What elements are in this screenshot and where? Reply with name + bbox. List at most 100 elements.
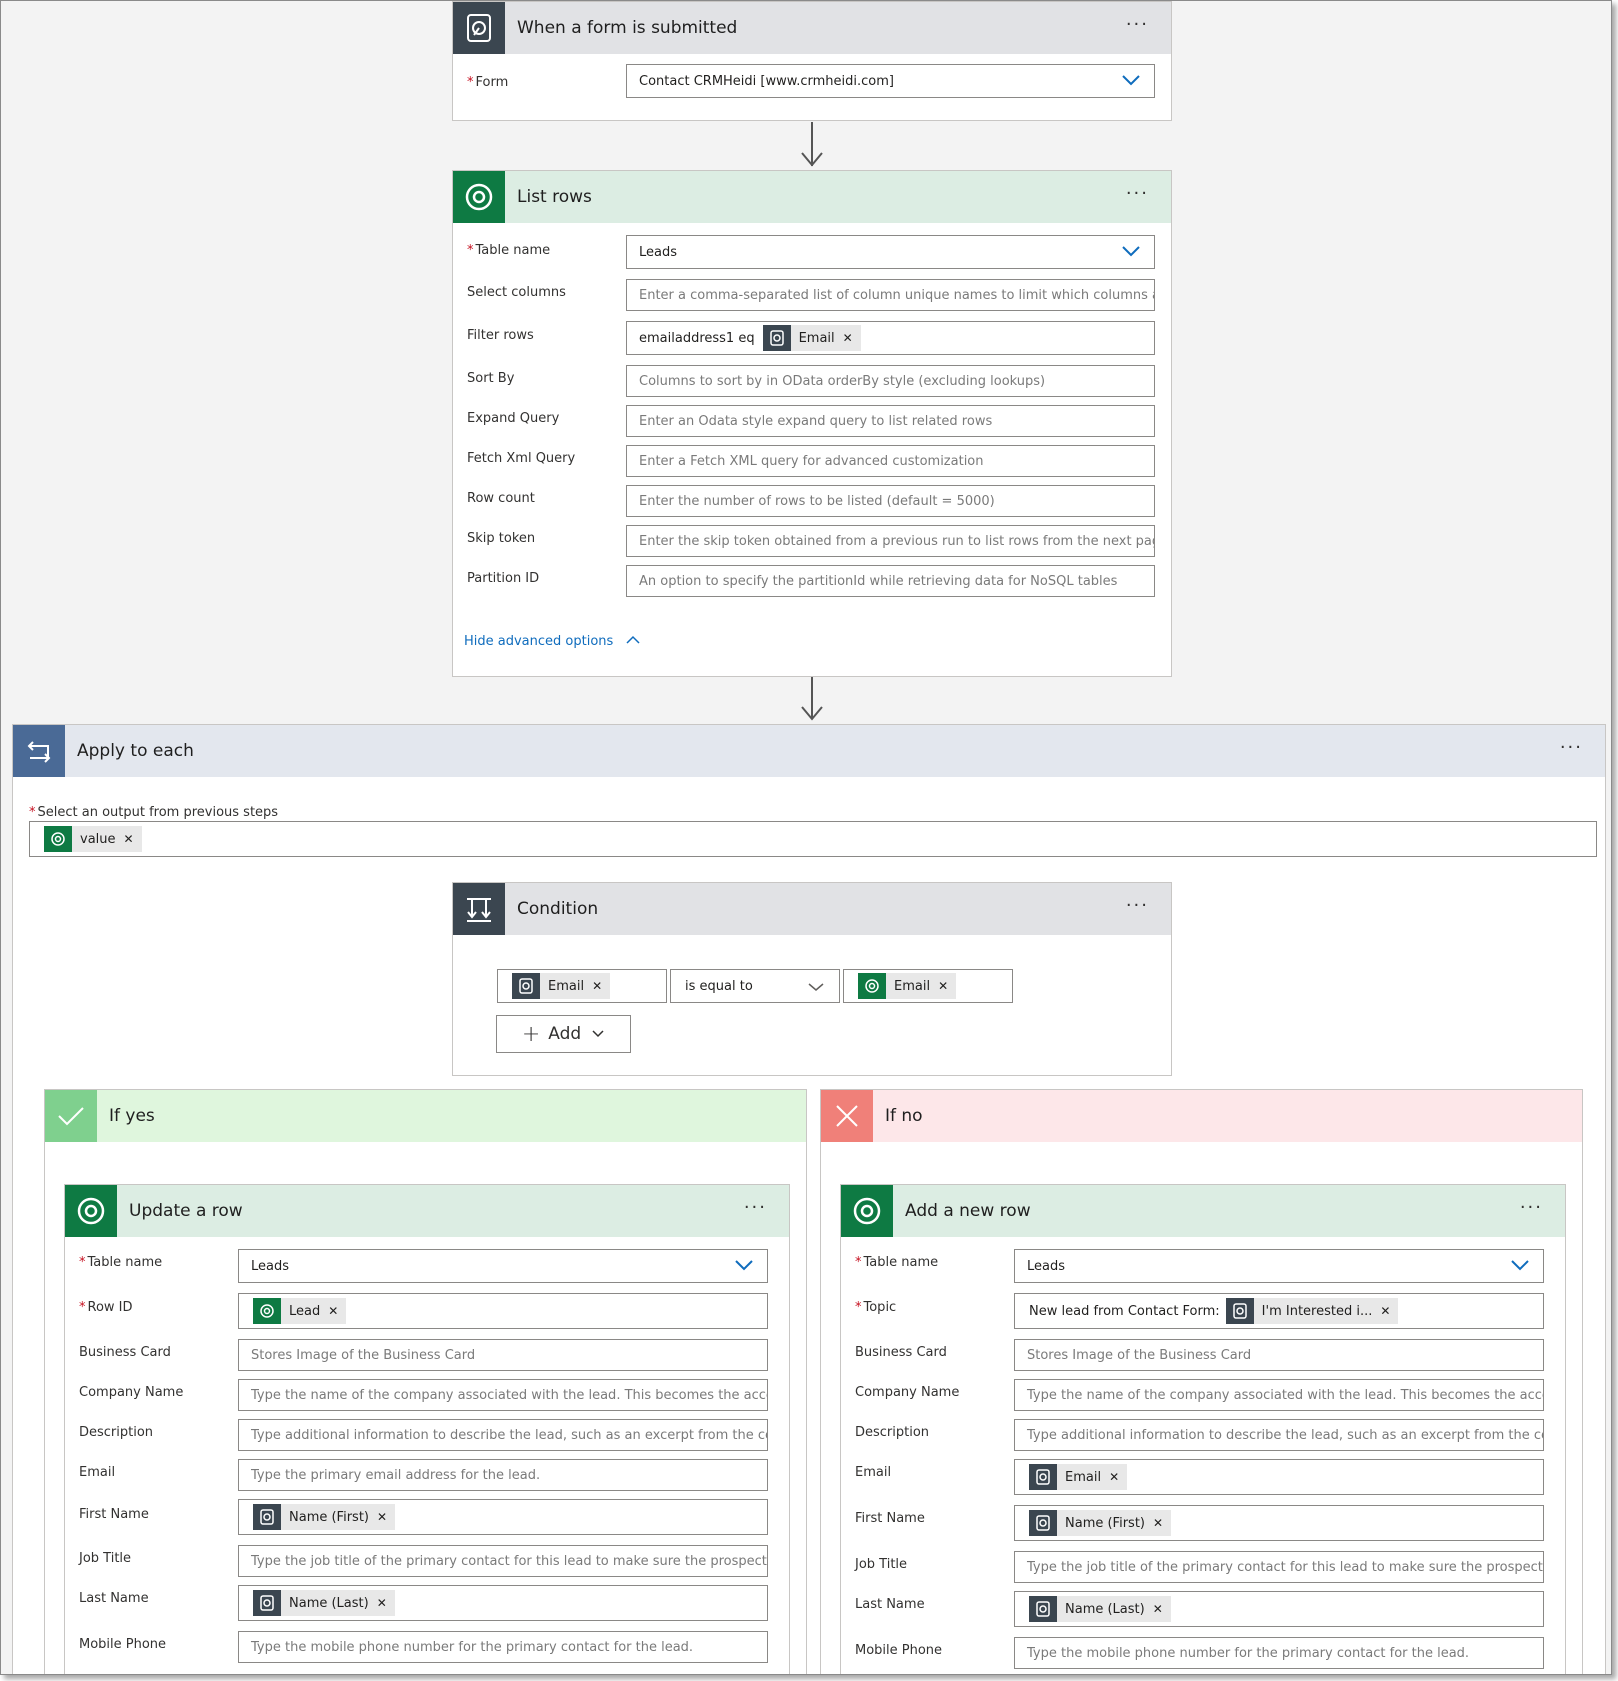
email-input[interactable]: Type the primary email address for the l… bbox=[238, 1459, 768, 1491]
table-name-label: * Table name bbox=[855, 1255, 939, 1270]
fetch-xml-input[interactable]: Enter a Fetch XML query for advanced cus… bbox=[626, 445, 1155, 477]
email-token[interactable]: Email ✕ bbox=[512, 973, 611, 999]
email-label: Email bbox=[79, 1465, 116, 1480]
more-options-icon[interactable]: ··· bbox=[1126, 183, 1149, 204]
condition-left-operand[interactable]: Email ✕ bbox=[497, 969, 667, 1003]
table-name-select[interactable]: Leads bbox=[626, 235, 1155, 269]
more-options-icon[interactable]: ··· bbox=[1126, 14, 1149, 35]
if-yes-header[interactable]: If yes bbox=[45, 1090, 806, 1142]
table-name-select[interactable]: Leads bbox=[238, 1249, 768, 1283]
chevron-down-icon bbox=[1122, 246, 1140, 257]
remove-token-icon[interactable]: ✕ bbox=[377, 1510, 395, 1524]
form-select[interactable]: Contact CRMHeidi [www.crmheidi.com] bbox=[626, 64, 1155, 98]
if-no-header[interactable]: If no bbox=[821, 1090, 1582, 1142]
remove-token-icon[interactable]: ✕ bbox=[328, 1304, 346, 1318]
update-row-card[interactable]: Update a row ··· * Table name Leads * Row … bbox=[64, 1184, 790, 1674]
list-rows-card[interactable]: List rows ··· * Table name Leads Select c… bbox=[452, 170, 1172, 677]
row-count-label: Row count bbox=[467, 491, 535, 506]
select-output-input[interactable]: value ✕ bbox=[29, 821, 1597, 857]
value-token[interactable]: value ✕ bbox=[44, 826, 142, 852]
forms-icon bbox=[1225, 1298, 1254, 1324]
dataverse-icon bbox=[44, 826, 72, 852]
remove-token-icon[interactable]: ✕ bbox=[1153, 1602, 1171, 1616]
remove-token-icon[interactable]: ✕ bbox=[1380, 1304, 1398, 1318]
topic-label: * Topic bbox=[855, 1300, 897, 1315]
add-new-row-card[interactable]: Add a new row ··· * Table name Leads * Top… bbox=[840, 1184, 1566, 1674]
plus-icon: + bbox=[521, 1021, 541, 1047]
business-card-input[interactable]: Stores Image of the Business Card bbox=[238, 1339, 768, 1371]
description-label: Description bbox=[855, 1425, 930, 1440]
topic-input[interactable]: New lead from Contact Form: I'm Interest… bbox=[1014, 1293, 1544, 1329]
update-row-header[interactable]: Update a row ··· bbox=[65, 1185, 789, 1237]
chevron-down-icon bbox=[1122, 75, 1140, 86]
more-options-icon[interactable]: ··· bbox=[1520, 1197, 1543, 1218]
company-name-input[interactable]: Type the name of the company associated … bbox=[238, 1379, 768, 1411]
description-input[interactable]: Type additional information to describe … bbox=[238, 1419, 768, 1451]
more-options-icon[interactable]: ··· bbox=[744, 1197, 767, 1218]
email-token[interactable]: Email ✕ bbox=[858, 973, 957, 999]
if-no-branch[interactable]: If no Add a new row ··· * Table name Lead… bbox=[820, 1089, 1583, 1674]
job-title-label: Job Title bbox=[855, 1557, 908, 1572]
interested-token[interactable]: I'm Interested i... ✕ bbox=[1225, 1298, 1399, 1324]
email-input[interactable]: Email ✕ bbox=[1014, 1459, 1544, 1495]
trigger-card-header[interactable]: When a form is submitted ··· bbox=[453, 2, 1171, 54]
company-name-input[interactable]: Type the name of the company associated … bbox=[1014, 1379, 1544, 1411]
last-name-input[interactable]: Name (Last) ✕ bbox=[238, 1585, 768, 1621]
trigger-card[interactable]: When a form is submitted ··· * Form Conta… bbox=[452, 1, 1172, 121]
table-name-select[interactable]: Leads bbox=[1014, 1249, 1544, 1283]
description-input[interactable]: Type additional information to describe … bbox=[1014, 1419, 1544, 1451]
business-card-input[interactable]: Stores Image of the Business Card bbox=[1014, 1339, 1544, 1371]
remove-token-icon[interactable]: ✕ bbox=[124, 832, 142, 846]
email-token[interactable]: Email ✕ bbox=[1029, 1464, 1128, 1490]
dataverse-icon bbox=[65, 1185, 117, 1237]
mobile-phone-input[interactable]: Type the mobile phone number for the pri… bbox=[238, 1631, 768, 1663]
connector-arrow-head bbox=[801, 152, 823, 167]
mobile-phone-label: Mobile Phone bbox=[855, 1643, 943, 1658]
first-name-input[interactable]: Name (First) ✕ bbox=[1014, 1505, 1544, 1541]
email-token[interactable]: Email ✕ bbox=[762, 325, 861, 351]
first-name-token[interactable]: Name (First) ✕ bbox=[1029, 1510, 1172, 1536]
apply-to-each-header[interactable]: Apply to each ··· bbox=[13, 725, 1605, 777]
remove-token-icon[interactable]: ✕ bbox=[592, 979, 610, 993]
skip-token-label: Skip token bbox=[467, 531, 536, 546]
select-columns-input[interactable]: Enter a comma-separated list of column u… bbox=[626, 279, 1155, 311]
dataverse-icon bbox=[253, 1298, 281, 1324]
job-title-input[interactable]: Type the job title of the primary contac… bbox=[1014, 1551, 1544, 1583]
filter-rows-input[interactable]: emailaddress1 eq Email ✕ bbox=[626, 321, 1155, 355]
partition-id-input[interactable]: An option to specify the partitionId whi… bbox=[626, 565, 1155, 597]
more-options-icon[interactable]: ··· bbox=[1560, 737, 1583, 758]
first-name-input[interactable]: Name (First) ✕ bbox=[238, 1499, 768, 1535]
condition-operator-select[interactable]: is equal to bbox=[670, 969, 840, 1003]
add-new-row-header[interactable]: Add a new row ··· bbox=[841, 1185, 1565, 1237]
if-yes-branch[interactable]: If yes Update a row ··· * Table name Lead… bbox=[44, 1089, 807, 1674]
sort-by-input[interactable]: Columns to sort by in OData orderBy styl… bbox=[626, 365, 1155, 397]
remove-token-icon[interactable]: ✕ bbox=[843, 331, 861, 345]
last-name-input[interactable]: Name (Last) ✕ bbox=[1014, 1591, 1544, 1627]
row-count-input[interactable]: Enter the number of rows to be listed (d… bbox=[626, 485, 1155, 517]
expand-query-input[interactable]: Enter an Odata style expand query to lis… bbox=[626, 405, 1155, 437]
job-title-input[interactable]: Type the job title of the primary contac… bbox=[238, 1545, 768, 1577]
hide-advanced-options-link[interactable]: Hide advanced options bbox=[464, 634, 641, 649]
last-name-token[interactable]: Name (Last) ✕ bbox=[253, 1590, 395, 1616]
remove-token-icon[interactable]: ✕ bbox=[1109, 1470, 1127, 1484]
last-name-token[interactable]: Name (Last) ✕ bbox=[1029, 1596, 1171, 1622]
last-name-label: Last Name bbox=[855, 1597, 925, 1612]
forms-icon bbox=[512, 973, 540, 999]
add-condition-button[interactable]: + Add bbox=[496, 1015, 631, 1053]
condition-header[interactable]: Condition ··· bbox=[453, 883, 1171, 935]
remove-token-icon[interactable]: ✕ bbox=[1153, 1516, 1171, 1530]
update-row-title: Update a row bbox=[129, 1201, 243, 1221]
skip-token-input[interactable]: Enter the skip token obtained from a pre… bbox=[626, 525, 1155, 557]
lead-token[interactable]: Lead ✕ bbox=[253, 1298, 347, 1324]
first-name-token[interactable]: Name (First) ✕ bbox=[253, 1504, 396, 1530]
mobile-phone-input[interactable]: Type the mobile phone number for the pri… bbox=[1014, 1637, 1544, 1669]
remove-token-icon[interactable]: ✕ bbox=[938, 979, 956, 993]
condition-right-operand[interactable]: Email ✕ bbox=[843, 969, 1013, 1003]
more-options-icon[interactable]: ··· bbox=[1126, 895, 1149, 916]
remove-token-icon[interactable]: ✕ bbox=[377, 1596, 395, 1610]
list-rows-header[interactable]: List rows ··· bbox=[453, 171, 1171, 223]
condition-card[interactable]: Condition ··· Email ✕ is equal to Email … bbox=[452, 882, 1172, 1076]
forms-icon bbox=[253, 1504, 281, 1530]
row-id-input[interactable]: Lead ✕ bbox=[238, 1293, 768, 1329]
dataverse-icon bbox=[858, 973, 886, 999]
